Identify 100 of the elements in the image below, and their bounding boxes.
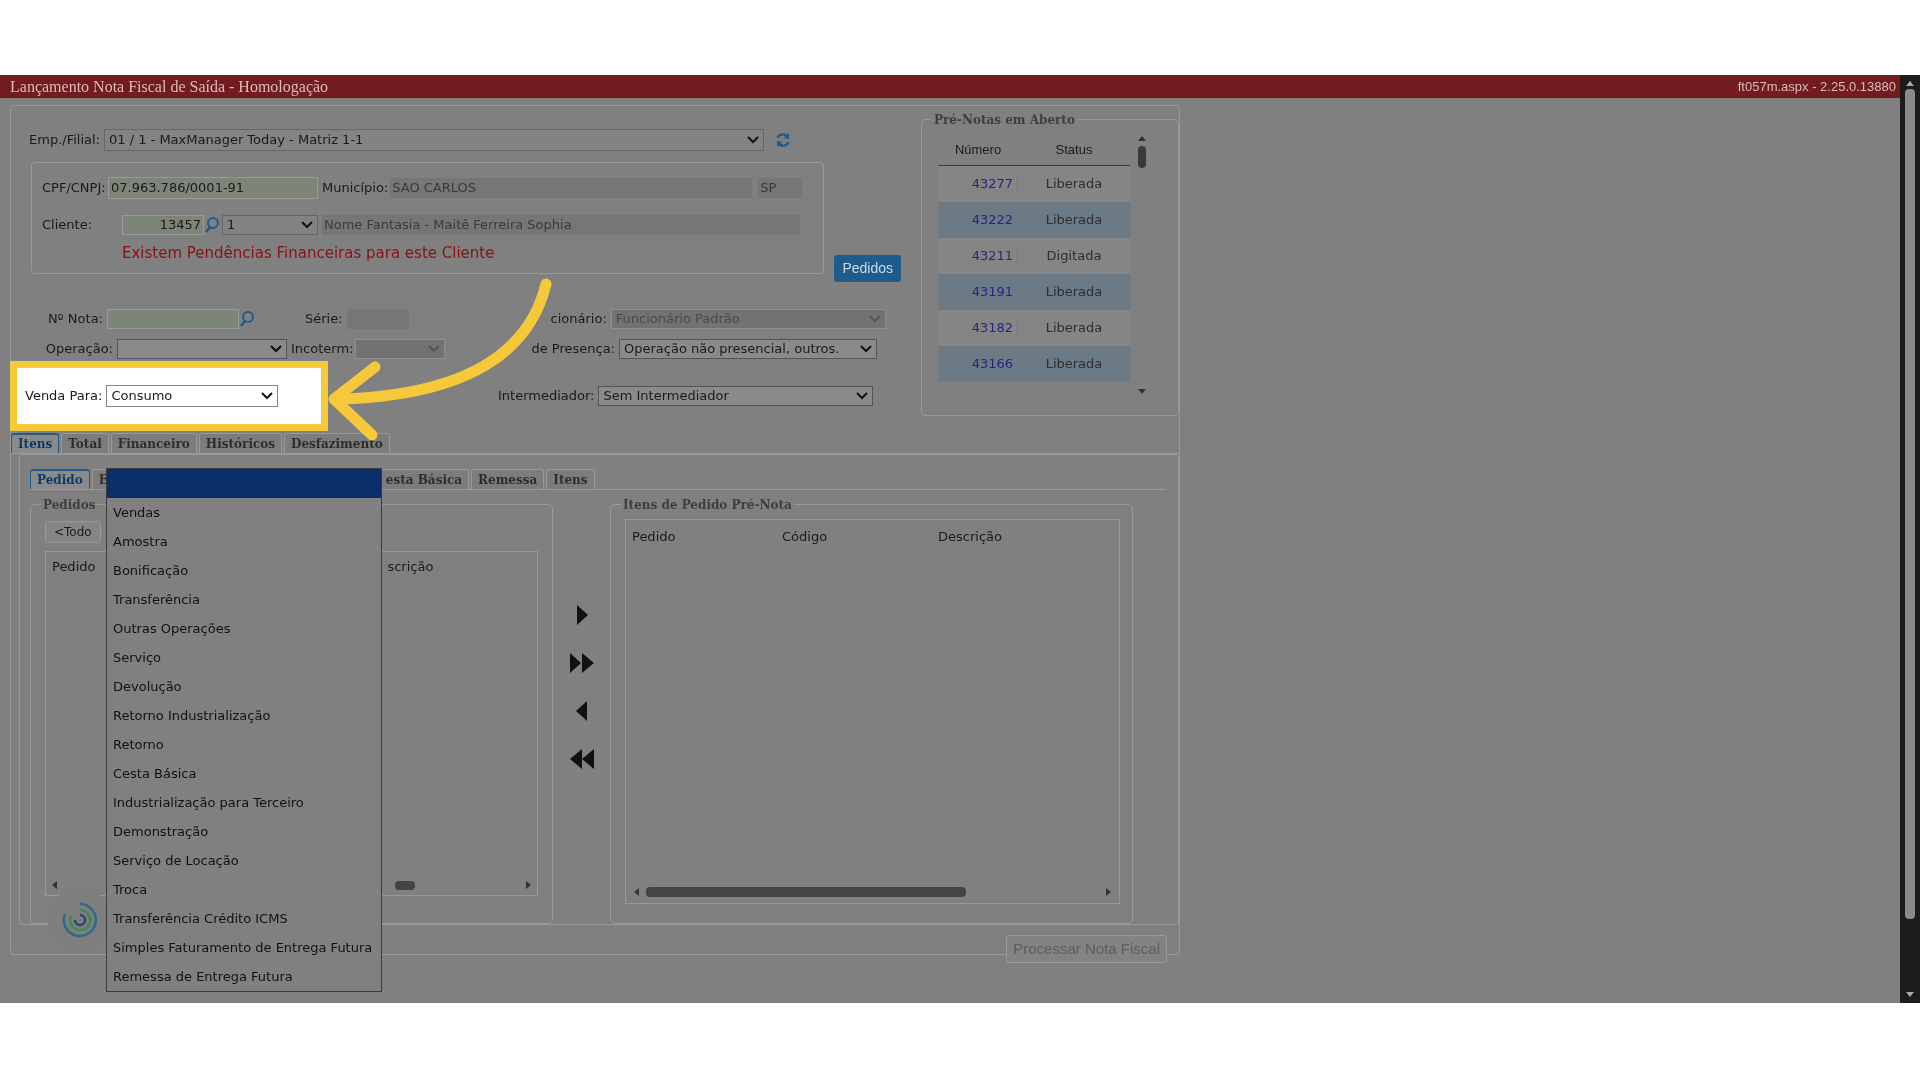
tab[interactable]: Desfazimento: [284, 433, 390, 453]
move-right-icon[interactable]: [574, 604, 589, 626]
dropdown-option[interactable]: Retorno: [107, 730, 381, 759]
column-header: Status: [1054, 140, 1094, 159]
scroll-left-icon[interactable]: [50, 880, 58, 890]
table-row[interactable]: 43191 Liberada: [938, 274, 1130, 310]
chevron-down-icon: [301, 221, 313, 229]
dropdown-option[interactable]: Amostra: [107, 527, 381, 556]
table-cell-text: Liberada: [1044, 319, 1104, 338]
field-label: Venda Para:: [25, 387, 104, 406]
field-label: Nº Nota:: [46, 310, 104, 329]
search-icon[interactable]: [204, 216, 220, 234]
table-row[interactable]: 43277 Liberada: [938, 166, 1130, 202]
chevron-down-icon: [270, 345, 282, 353]
scrollbar-thumb[interactable]: [1905, 89, 1915, 919]
tab[interactable]: Itens: [546, 469, 595, 489]
cpf-field[interactable]: 07.963.786/0001-91: [108, 177, 318, 199]
column-header: Descrição: [938, 528, 1002, 547]
dropdown-option[interactable]: Industrialização para Terceiro: [107, 788, 381, 817]
field-label: Cliente:: [42, 216, 93, 235]
scroll-down-icon[interactable]: [1137, 388, 1147, 396]
table-row[interactable]: 43182 Liberada: [938, 310, 1130, 346]
intermediary-select[interactable]: Sem Intermediador: [598, 386, 874, 406]
field-label: cionário:: [550, 310, 608, 329]
tab[interactable]: Total: [61, 433, 109, 453]
scroll-up-icon[interactable]: [1137, 134, 1147, 142]
dropdown-option[interactable]: Retorno Industrialização: [107, 701, 381, 730]
dropdown-option[interactable]: Transferência Crédito ICMS: [107, 904, 381, 933]
city-field: SAO CARLOS: [390, 178, 753, 198]
sale-type-select[interactable]: Consumo: [106, 385, 279, 407]
note-number-link[interactable]: 43211: [938, 246, 1018, 266]
table-cell-text: Liberada: [1044, 211, 1104, 230]
scroll-down-icon[interactable]: [1905, 991, 1915, 999]
dropdown-option[interactable]: Serviço: [107, 643, 381, 672]
search-icon[interactable]: [239, 310, 255, 328]
dropdown-option[interactable]: Outras Operações: [107, 614, 381, 643]
sequence-select[interactable]: 1: [222, 215, 318, 235]
operation-select[interactable]: [117, 339, 287, 359]
field-label: Município:: [322, 179, 389, 198]
note-number-link[interactable]: 43277: [938, 174, 1018, 194]
table-cell-text: Liberada: [1044, 175, 1104, 194]
scroll-right-icon[interactable]: [1105, 887, 1113, 897]
note-number-link[interactable]: 43182: [938, 318, 1018, 338]
dropdown-option[interactable]: Demonstração: [107, 817, 381, 846]
field-label: Série:: [305, 310, 344, 329]
field-label: Intermediador:: [498, 387, 596, 406]
column-header: Código: [782, 528, 829, 547]
dropdown-option[interactable]: Serviço de Locação: [107, 846, 381, 875]
scrollbar-thumb[interactable]: [1138, 146, 1146, 168]
move-left-icon[interactable]: [574, 700, 589, 722]
column-header: Pedido: [632, 528, 677, 547]
scrollbar-thumb[interactable]: [646, 887, 966, 897]
table-row[interactable]: 43222 Liberada: [938, 202, 1130, 238]
field-label: de Presença:: [531, 340, 616, 359]
scrollbar[interactable]: [1136, 134, 1148, 396]
table-row[interactable]: 43211 Digitada: [938, 238, 1130, 274]
dropdown-option[interactable]: Simples Faturamento de Entrega Futura: [107, 933, 381, 962]
note-number-link[interactable]: 43191: [938, 282, 1018, 302]
state-field: SP: [758, 178, 803, 198]
move-all-left-icon[interactable]: [568, 748, 595, 770]
filter-button[interactable]: <Todo: [45, 521, 101, 543]
scroll-up-icon[interactable]: [1905, 79, 1915, 87]
tab[interactable]: Remessa: [471, 469, 545, 489]
move-all-right-icon[interactable]: [568, 652, 595, 674]
dropdown-option[interactable]: Bonificação: [107, 556, 381, 585]
note-number-link[interactable]: 43166: [938, 354, 1018, 374]
invoice-number-field[interactable]: [107, 309, 239, 329]
chevron-down-icon: [261, 392, 274, 400]
column-header: Pedido: [52, 558, 96, 577]
tab[interactable]: Financeiro: [110, 433, 197, 453]
scroll-left-icon[interactable]: [632, 887, 640, 897]
scroll-right-icon[interactable]: [525, 880, 533, 890]
table-row[interactable]: 43166 Liberada: [938, 346, 1130, 382]
tab[interactable]: Itens: [11, 433, 60, 453]
pedidos-button[interactable]: Pedidos: [834, 255, 901, 282]
dropdown-option[interactable]: Transferência: [107, 585, 381, 614]
tab[interactable]: Históricos: [198, 433, 282, 453]
dropdown-option[interactable]: Devolução: [107, 672, 381, 701]
chevron-down-icon: [746, 136, 759, 144]
client-name-field: Nome Fantasia - Maitê Ferreira Sophia: [322, 215, 800, 235]
field-label: CPF/CNPJ:: [42, 179, 107, 198]
dropdown-option[interactable]: Troca: [107, 875, 381, 904]
field-label: Incoterm:: [291, 340, 355, 359]
dropdown-option[interactable]: Remessa de Entrega Futura: [107, 962, 381, 991]
presence-select[interactable]: Operação não presencial, outros.: [619, 339, 877, 359]
refresh-icon[interactable]: [773, 131, 792, 149]
column-header: scrição: [387, 558, 434, 577]
dropdown-option[interactable]: Vendas: [107, 498, 381, 527]
field-label: Emp./Filial:: [29, 131, 100, 150]
client-code-field[interactable]: 13457: [122, 215, 204, 235]
swirl-logo-icon: [60, 900, 100, 940]
note-number-link[interactable]: 43222: [938, 210, 1018, 230]
version-label: ft057m.aspx - 2.25.0.13880: [1737, 77, 1896, 96]
scrollbar-thumb[interactable]: [395, 880, 415, 890]
field-label: Operação:: [44, 340, 114, 359]
company-select[interactable]: 01 / 1 - MaxManager Today - Matriz 1-1: [103, 129, 764, 151]
dropdown-option[interactable]: Cesta Básica: [107, 759, 381, 788]
column-header: Número: [953, 140, 1003, 159]
window-title: Lançamento Nota Fiscal de Saída - Homologação: [10, 76, 329, 98]
tab[interactable]: Pedido: [30, 469, 90, 489]
